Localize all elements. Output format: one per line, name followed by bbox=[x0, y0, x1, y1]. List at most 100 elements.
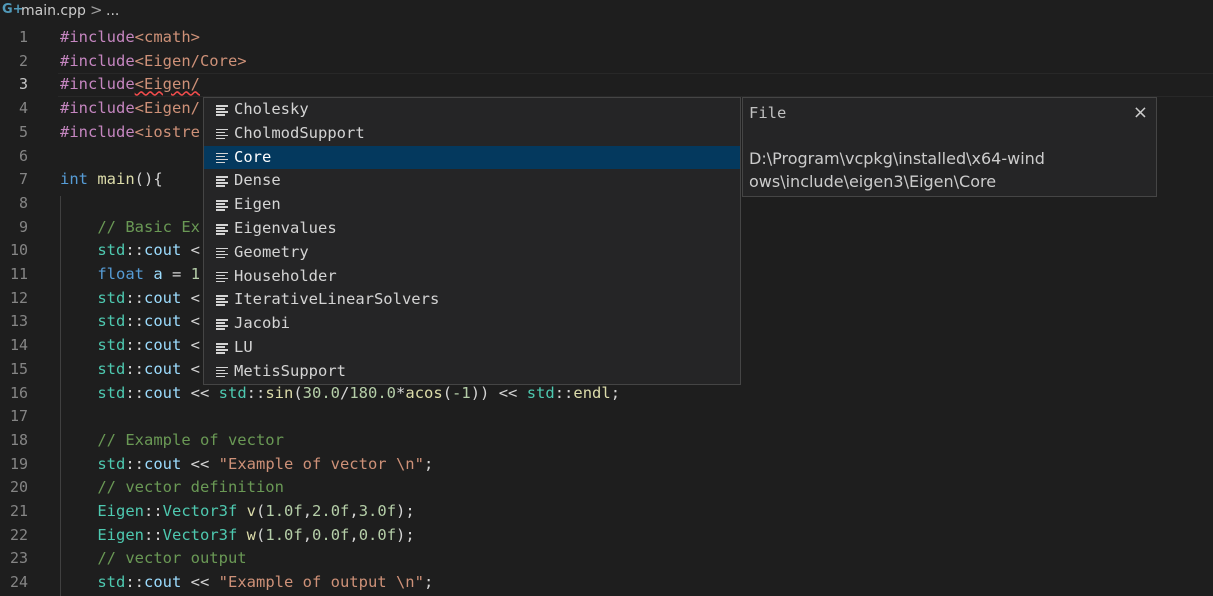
code-line[interactable]: 22 Eigen::Vector3f w(1.0f,0.0f,0.0f); bbox=[0, 524, 1213, 548]
code-token: std bbox=[97, 241, 126, 260]
code-token: 30.0 bbox=[302, 383, 340, 402]
suggest-item-label: Core bbox=[234, 147, 272, 166]
line-number: 13 bbox=[9, 312, 28, 331]
code-token: )) << bbox=[470, 383, 527, 402]
chevron-right-icon: > bbox=[90, 1, 103, 19]
code-token: ; bbox=[423, 454, 434, 473]
code-text: // vector definition bbox=[60, 476, 284, 500]
suggest-item[interactable]: Eigen bbox=[204, 193, 740, 217]
code-text: std::cout < bbox=[60, 287, 200, 311]
suggest-item[interactable]: Dense bbox=[204, 169, 740, 193]
code-token: :: bbox=[125, 383, 144, 402]
code-token: cout bbox=[144, 288, 182, 307]
code-token: :: bbox=[125, 241, 144, 260]
code-token: 0.0f bbox=[358, 525, 397, 544]
line-number: 6 bbox=[18, 146, 28, 165]
code-line[interactable]: 3 #include<Eigen/ bbox=[0, 73, 1213, 97]
code-line[interactable]: 18 // Example of vector bbox=[0, 429, 1213, 453]
code-token: ( bbox=[293, 383, 303, 402]
suggest-item[interactable]: LU bbox=[204, 336, 740, 360]
code-token: < bbox=[181, 312, 200, 331]
code-token: 180.0 bbox=[349, 383, 397, 402]
code-token: :: bbox=[125, 312, 144, 331]
suggest-widget[interactable]: Cholesky CholmodSupport Core Dense Eigen Eige… bbox=[203, 97, 741, 385]
code-token: #include bbox=[60, 122, 135, 141]
suggest-item[interactable]: Jacobi bbox=[204, 312, 740, 336]
suggest-item[interactable]: Geometry bbox=[204, 241, 740, 265]
code-token: , bbox=[349, 525, 359, 544]
suggest-item[interactable]: Householder bbox=[204, 265, 740, 289]
text-lines-icon bbox=[216, 312, 230, 336]
code-token: (){ bbox=[134, 170, 163, 189]
text-lines-icon bbox=[216, 98, 230, 122]
suggest-item-label: Householder bbox=[234, 266, 337, 285]
code-token: :: bbox=[144, 525, 163, 544]
code-token: "Example of vector \n" bbox=[218, 454, 424, 473]
code-text: Eigen::Vector3f v(1.0f,2.0f,3.0f); bbox=[60, 500, 415, 524]
code-token: 0.0f bbox=[312, 525, 350, 544]
line-number: 3 bbox=[18, 75, 28, 94]
code-token: #include bbox=[60, 75, 135, 94]
suggest-item-label: Jacobi bbox=[234, 314, 290, 333]
suggest-item[interactable]: Cholesky bbox=[204, 98, 740, 122]
code-token: ); bbox=[396, 502, 415, 520]
code-token: cout bbox=[144, 359, 182, 378]
code-token: :: bbox=[554, 383, 574, 402]
code-token: , bbox=[349, 502, 359, 520]
code-token: std bbox=[97, 359, 126, 378]
code-line[interactable]: 17 bbox=[0, 405, 1213, 429]
code-line[interactable]: 23 // vector output bbox=[0, 547, 1213, 571]
code-token: endl bbox=[573, 383, 611, 402]
suggest-item[interactable]: Core bbox=[204, 145, 740, 170]
close-icon[interactable]: × bbox=[1133, 102, 1148, 123]
suggest-item-label: IterativeLinearSolvers bbox=[234, 290, 440, 309]
code-token: std bbox=[97, 336, 126, 355]
suggest-item-label: Geometry bbox=[234, 242, 309, 261]
code-text: std::cout < bbox=[60, 334, 200, 358]
code-token: // vector definition bbox=[97, 478, 284, 497]
suggest-item-label: Dense bbox=[234, 171, 281, 190]
code-token: std bbox=[97, 312, 126, 331]
code-token: Eigen bbox=[97, 502, 144, 520]
code-line[interactable]: 2 #include<Eigen/Core> bbox=[0, 50, 1213, 74]
suggest-item[interactable]: MetisSupport bbox=[204, 360, 740, 384]
code-token: < bbox=[181, 359, 200, 378]
code-text: #include<Eigen/ bbox=[60, 73, 200, 97]
suggest-item[interactable]: Eigenvalues bbox=[204, 217, 740, 241]
code-token: <Eigen/ bbox=[134, 99, 200, 118]
code-text: #include<iostre bbox=[60, 121, 200, 145]
line-number: 8 bbox=[18, 193, 28, 212]
line-number: 15 bbox=[9, 359, 28, 378]
code-token: < bbox=[181, 336, 200, 355]
code-line[interactable]: 19 std::cout << "Example of vector \n"; bbox=[0, 453, 1213, 477]
line-number: 5 bbox=[18, 122, 28, 141]
breadcrumb-symbols[interactable]: ... bbox=[106, 3, 119, 19]
code-token: int bbox=[60, 170, 88, 189]
code-token: :: bbox=[144, 502, 163, 520]
code-line[interactable]: 20 // vector definition bbox=[0, 476, 1213, 500]
suggest-item-label: Cholesky bbox=[234, 100, 309, 118]
suggest-item[interactable]: IterativeLinearSolvers bbox=[204, 288, 740, 312]
details-path: D:\Program\vcpkg\installed\x64-windows\i… bbox=[749, 149, 1045, 191]
code-line[interactable]: 24 std::cout << "Example of output \n"; bbox=[0, 571, 1213, 595]
suggest-item[interactable]: CholmodSupport bbox=[204, 122, 740, 146]
text-lines-icon bbox=[216, 217, 230, 241]
code-token: ( bbox=[256, 525, 266, 544]
code-line[interactable]: 1 #include<cmath> bbox=[0, 26, 1213, 50]
code-line[interactable]: 16 std::cout << std::sin(30.0/180.0*acos… bbox=[0, 382, 1213, 406]
code-line[interactable]: 21 Eigen::Vector3f v(1.0f,2.0f,3.0f); bbox=[0, 500, 1213, 524]
code-text: std::cout << "Example of vector \n"; bbox=[60, 453, 433, 477]
code-token: / bbox=[340, 383, 350, 402]
code-token: << bbox=[181, 573, 219, 592]
suggest-item-label: Eigenvalues bbox=[234, 219, 337, 237]
code-token: std bbox=[97, 573, 126, 592]
code-text: #include<Eigen/ bbox=[60, 97, 200, 121]
breadcrumb-file[interactable]: main.cpp bbox=[21, 3, 86, 19]
code-token: < bbox=[181, 288, 200, 307]
